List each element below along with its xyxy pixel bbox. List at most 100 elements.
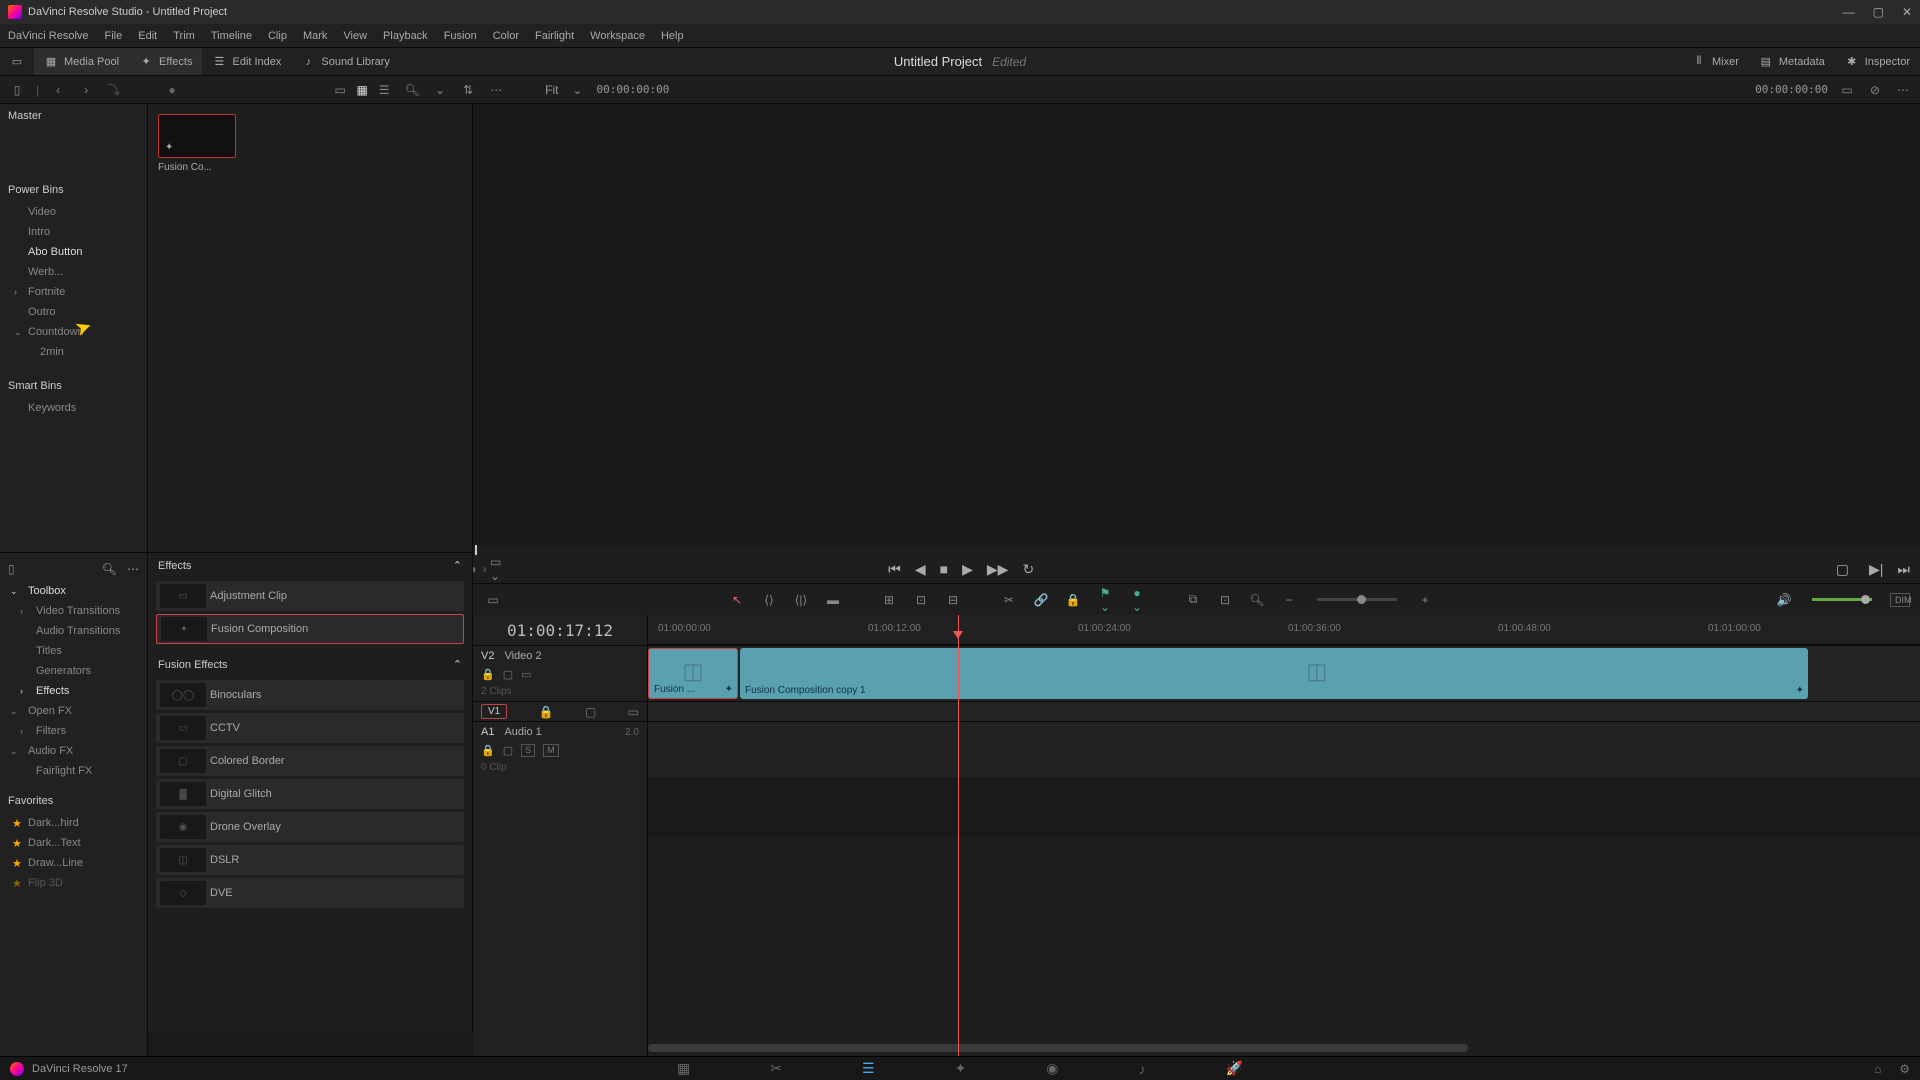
zoom-slider[interactable] xyxy=(1317,598,1397,601)
media-options[interactable]: ⋯ xyxy=(487,81,505,99)
zoom-minus[interactable]: − xyxy=(1279,593,1299,607)
clip-fusion-2[interactable]: ◫ Fusion Composition copy 1 ✦ xyxy=(740,648,1808,699)
stop-button[interactable]: ■ xyxy=(940,561,948,577)
link-clips[interactable]: 🔗 xyxy=(1031,593,1051,607)
zoom-out-icon[interactable]: 🔍︎ xyxy=(1247,593,1267,607)
bin-intro[interactable]: Intro xyxy=(0,222,147,242)
marker-dropdown[interactable]: ● ⌄ xyxy=(1127,586,1147,614)
deliver-page[interactable]: 🚀 xyxy=(1226,1060,1243,1077)
nav-back[interactable]: ‹ xyxy=(49,81,67,99)
color-page[interactable]: ◉ xyxy=(1046,1060,1058,1077)
power-bins-header[interactable]: Power Bins xyxy=(0,178,147,202)
insert-clip[interactable]: ⊞ xyxy=(879,593,899,607)
search-fx-icon[interactable]: 🔍︎ xyxy=(102,562,117,576)
menu-view[interactable]: View xyxy=(343,30,367,42)
mute-icon[interactable]: M xyxy=(543,744,559,757)
insert-dropdown[interactable]: ▭ ⌄ xyxy=(490,560,508,578)
track-v2[interactable]: ◫ Fusion ... ✦ ◫ Fusion Composition copy… xyxy=(648,645,1920,701)
fx-openfx[interactable]: ⌄Open FX xyxy=(0,701,147,721)
fx-favorites-header[interactable]: Favorites xyxy=(0,789,147,813)
menu-mark[interactable]: Mark xyxy=(303,30,327,42)
menu-playback[interactable]: Playback xyxy=(383,30,428,42)
track-header-v2[interactable]: V2 Video 2 🔒 ▢ ▭ 2 Clips xyxy=(473,645,647,701)
thumbnail-view[interactable]: ▦ xyxy=(353,81,371,99)
dim-button[interactable]: DIM xyxy=(1890,593,1910,607)
fx-effects[interactable]: ›Effects xyxy=(0,681,147,701)
nav-forward[interactable]: › xyxy=(77,81,95,99)
fx-digital-glitch[interactable]: ▓Digital Glitch xyxy=(156,779,464,809)
menu-color[interactable]: Color xyxy=(493,30,519,42)
fullscreen-toggle[interactable]: ▭ xyxy=(0,48,34,75)
flag-dropdown[interactable]: ⚑ ⌄ xyxy=(1095,586,1115,614)
search-media[interactable]: 🔍︎ xyxy=(403,81,421,99)
menu-help[interactable]: Help xyxy=(661,30,684,42)
sort-dropdown[interactable]: ⌄ xyxy=(431,81,449,99)
go-end-button[interactable]: ▶| xyxy=(1869,561,1883,578)
fav-dark-text[interactable]: ★Dark...Text xyxy=(0,833,147,853)
playhead[interactable] xyxy=(958,615,959,1056)
fx-dslr[interactable]: ◫DSLR xyxy=(156,845,464,875)
fx-generators[interactable]: Generators xyxy=(0,661,147,681)
media-clip-fusion[interactable]: Fusion Co... xyxy=(158,114,236,173)
menu-clip[interactable]: Clip xyxy=(268,30,287,42)
dynamic-trim-tool[interactable]: ⟨|⟩ xyxy=(791,593,811,607)
mixer-toggle[interactable]: ⫴ Mixer xyxy=(1682,55,1749,69)
replace-clip[interactable]: ⊟ xyxy=(943,593,963,607)
sound-library-toggle[interactable]: ♪ Sound Library xyxy=(291,48,400,75)
bin-outro[interactable]: Outro xyxy=(0,302,147,322)
menu-trim[interactable]: Trim xyxy=(173,30,195,42)
bin-video[interactable]: Video xyxy=(0,202,147,222)
list-view[interactable]: ☰ xyxy=(375,81,393,99)
menu-file[interactable]: File xyxy=(105,30,123,42)
lock-icon[interactable]: 🔒 xyxy=(481,744,495,757)
track-a1[interactable] xyxy=(648,721,1920,777)
fx-audiofx[interactable]: ⌄Audio FX xyxy=(0,741,147,761)
fx-fairlight[interactable]: Fairlight FX xyxy=(0,761,147,781)
trim-tool[interactable]: ⟨⟩ xyxy=(759,593,779,607)
zoom-plus[interactable]: + xyxy=(1415,593,1435,607)
snapping-toggle[interactable]: ⧉ xyxy=(1183,592,1203,607)
fx-cctv[interactable]: ▭CCTV xyxy=(156,713,464,743)
auto-select-icon[interactable]: ▢ xyxy=(503,744,513,757)
bin-view-toggle[interactable]: ▯ xyxy=(8,81,26,99)
bin-2min[interactable]: 2min xyxy=(0,342,147,362)
media-page[interactable]: ▦ xyxy=(677,1060,690,1077)
overwrite-clip[interactable]: ⊡ xyxy=(911,593,931,607)
last-frame-button[interactable]: ⏭ xyxy=(1897,561,1910,578)
fx-toolbox[interactable]: ⌄Toolbox xyxy=(0,581,147,601)
fx-audio-transitions[interactable]: Audio Transitions xyxy=(0,621,147,641)
bin-countdown[interactable]: ⌄Countdown xyxy=(0,322,147,342)
fairlight-page[interactable]: ♪ xyxy=(1139,1061,1146,1077)
viewer-zoom[interactable]: Fit xyxy=(545,83,558,97)
blade-tool[interactable]: ▬ xyxy=(823,593,843,607)
fusion-page[interactable]: ✦ xyxy=(955,1060,967,1077)
match-frame-button[interactable]: ▢ xyxy=(1836,561,1849,578)
auto-select-icon[interactable]: ▢ xyxy=(503,668,513,681)
menu-workspace[interactable]: Workspace xyxy=(590,30,645,42)
home-button[interactable]: ⌂ xyxy=(1874,1062,1881,1076)
effects-group-header[interactable]: Effects⌃ xyxy=(148,553,472,578)
smart-bins-header[interactable]: Smart Bins xyxy=(0,374,147,398)
fusion-effects-group-header[interactable]: Fusion Effects⌃ xyxy=(148,652,472,677)
volume-icon[interactable]: 🔊 xyxy=(1774,593,1794,607)
timeline-view-options[interactable]: ▭ xyxy=(483,593,503,607)
viewer-options[interactable]: ⋯ xyxy=(1894,81,1912,99)
inspector-toggle[interactable]: ✱ Inspector xyxy=(1835,55,1920,69)
fx-colored-border[interactable]: ▢Colored Border xyxy=(156,746,464,776)
panel-toggle-icon[interactable]: ▯ xyxy=(8,562,15,576)
timeline-scrollbar[interactable] xyxy=(648,1044,1468,1052)
close-button[interactable]: ✕ xyxy=(1902,5,1912,19)
viewer-layout[interactable]: ▭ xyxy=(1838,81,1856,99)
fav-draw-line[interactable]: ★Draw...Line xyxy=(0,853,147,873)
fx-drone-overlay[interactable]: ◉Drone Overlay xyxy=(156,812,464,842)
disable-video-icon[interactable]: ▭ xyxy=(628,705,639,719)
fx-fusion-composition[interactable]: ✦ Fusion Composition xyxy=(156,614,464,644)
fav-dark-hird[interactable]: ★Dark...hird xyxy=(0,813,147,833)
media-pool-toggle[interactable]: ▦ Media Pool xyxy=(34,48,129,75)
next-edit[interactable]: › xyxy=(483,562,487,576)
track-header-a1[interactable]: A1 Audio 1 2.0 🔒 ▢ S M 0 Clip xyxy=(473,721,647,777)
zoom-dropdown[interactable]: ⌄ xyxy=(568,81,586,99)
edit-page[interactable]: ☰ xyxy=(862,1060,875,1077)
cut-page[interactable]: ✂ xyxy=(770,1060,782,1077)
fx-filters[interactable]: ›Filters xyxy=(0,721,147,741)
